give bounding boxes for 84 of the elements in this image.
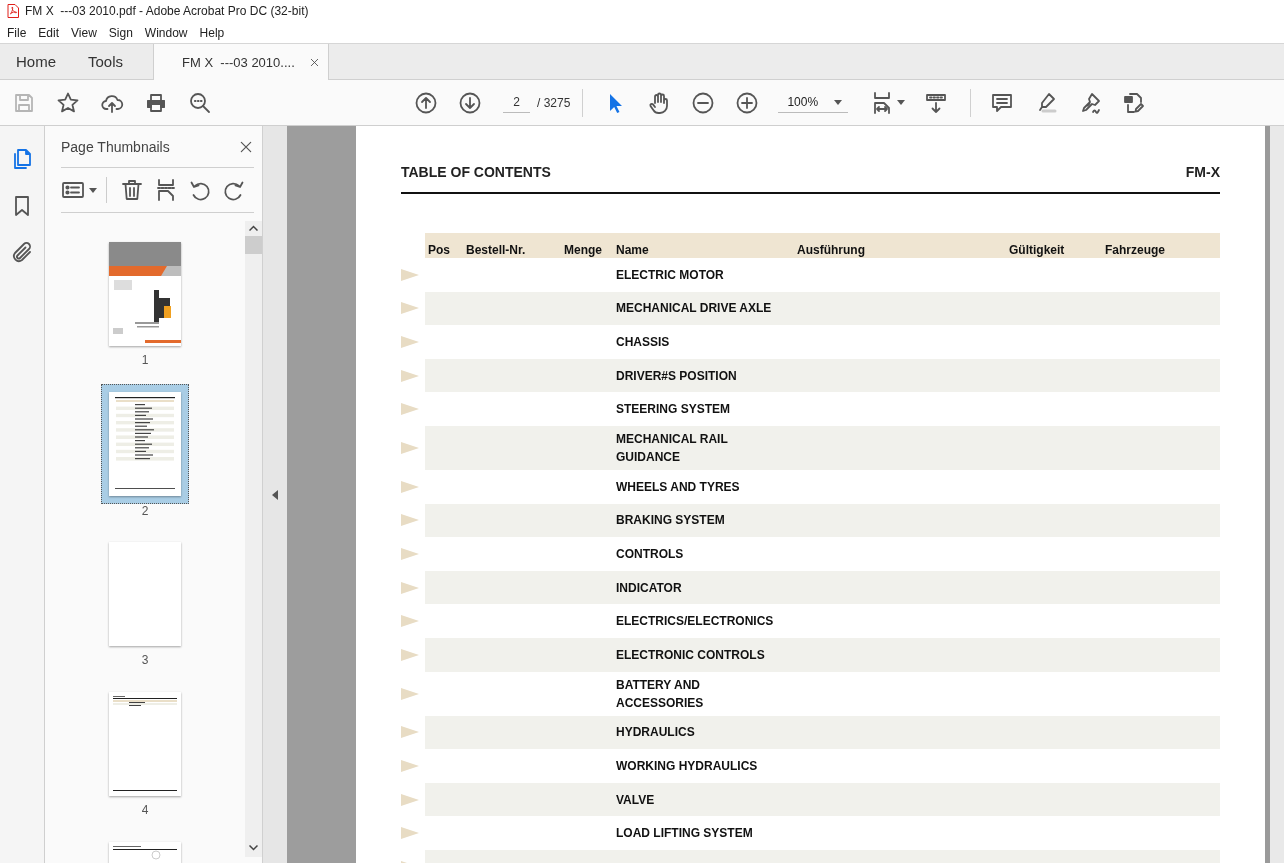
caret-icon[interactable] [89, 187, 97, 193]
collapse-icon[interactable] [272, 489, 278, 500]
table-cell-text: ELECTRIC MOTOR [615, 266, 725, 284]
column-header: Name [615, 243, 650, 258]
scroll-up-icon[interactable] [249, 225, 258, 231]
triangle-icon [401, 369, 419, 382]
menu-item[interactable]: Edit [32, 23, 66, 42]
page-number: 1 [141, 353, 149, 367]
magnifier-icon[interactable] [188, 90, 212, 115]
table-cell-text: HYDRAULICS [615, 724, 696, 742]
triangle-icon [401, 581, 419, 594]
menu-item[interactable]: File [1, 23, 33, 42]
triangle-icon [401, 648, 419, 661]
triangle-icon [401, 793, 419, 806]
page-thumbnail[interactable] [109, 542, 181, 646]
table-cell-text: MECHANICAL DRIVE AXLE [615, 300, 773, 318]
column-header: Menge [563, 243, 603, 258]
table-cell-text: INDICATOR [615, 579, 683, 597]
page-number-field[interactable]: 2 [503, 92, 530, 113]
pdf-app-icon [7, 4, 19, 18]
page-number: 4 [141, 803, 149, 817]
page-heading: TABLE OF CONTENTS [401, 164, 551, 180]
table-cell-text: CHASSIS [615, 334, 671, 351]
triangle-icon [401, 726, 419, 739]
edit-document-icon[interactable] [1122, 90, 1147, 115]
close-icon[interactable] [308, 56, 320, 68]
zoom-in-icon[interactable] [735, 90, 760, 115]
triangle-icon [401, 615, 419, 628]
zoom-field[interactable]: 100% [778, 92, 849, 113]
table-cell-text: CONTROLS [615, 545, 685, 563]
table-cell-text: DRIVER#S POSITION [615, 367, 738, 385]
column-header: Gültigkeit [1008, 243, 1066, 258]
panel-title: Page Thumbnails [61, 138, 170, 155]
menu-item[interactable]: Help [193, 23, 231, 42]
triangle-icon [401, 759, 419, 772]
triangle-icon [401, 480, 419, 493]
table-cell-text: BRAKING SYSTEM [615, 512, 726, 530]
document-tab[interactable]: FM X ---03 2010.... [153, 44, 329, 80]
triangle-icon [401, 302, 419, 315]
triangle-icon [401, 547, 419, 560]
scrollbar[interactable] [1265, 126, 1284, 863]
insert-pages-icon[interactable] [154, 178, 178, 202]
menu-item[interactable]: View [65, 23, 103, 42]
scroll-down-icon[interactable] [249, 845, 258, 851]
nav-tab[interactable]: Home [0, 44, 72, 79]
table-cell-text: MECHANICAL RAIL GUIDANCE [615, 430, 729, 466]
page-number: 2 [141, 504, 149, 518]
triangle-icon [401, 403, 419, 416]
table-cell-text: BATTERY AND ACCESSORIES [615, 676, 705, 712]
page-number: 3 [141, 653, 149, 667]
page-thumbnail[interactable] [109, 392, 181, 496]
triangle-icon [401, 514, 419, 527]
triangle-icon [401, 441, 419, 454]
table-cell-text: STEERING SYSTEM [615, 401, 732, 419]
column-header: Pos [427, 243, 451, 258]
column-header: Fahrzeuge [1104, 243, 1166, 258]
caret-icon[interactable] [897, 100, 906, 105]
page-thumbnail[interactable] [109, 242, 181, 346]
page-count: / 3275 [537, 95, 571, 110]
trash-icon[interactable] [120, 178, 144, 202]
scrollbar-thumb[interactable] [245, 236, 262, 254]
scrollbar[interactable] [245, 221, 262, 857]
zoom-out-icon[interactable] [691, 90, 716, 115]
triangle-icon [401, 827, 419, 840]
table-cell-text: WORKING HYDRAULICS [615, 757, 759, 775]
column-header: Bestell-Nr. [465, 243, 527, 258]
triangle-icon [401, 336, 419, 348]
star-icon[interactable] [56, 90, 80, 115]
page-thumbnail[interactable] [109, 692, 181, 796]
caret-icon[interactable] [834, 99, 843, 105]
table-cell-text: ELECTRONIC CONTROLS [615, 646, 766, 664]
nav-tab[interactable]: Tools [72, 44, 140, 79]
table-cell-text: WHEELS AND TYRES [615, 478, 741, 496]
window-title: FM X ---03 2010.pdf - Adobe Acrobat Pro DC (32-bit) [25, 4, 309, 18]
paperclip-icon[interactable] [10, 241, 34, 265]
triangle-icon [401, 687, 419, 700]
menu-item[interactable]: Sign [102, 23, 139, 42]
column-header: Ausführung [796, 243, 866, 258]
menu-item[interactable]: Window [138, 23, 194, 42]
table-cell-text: LOAD LIFTING SYSTEM [615, 825, 754, 843]
model-name: FM-X [1185, 164, 1220, 180]
triangle-icon [401, 268, 419, 281]
table-cell-text: VALVE [615, 791, 656, 809]
table-cell-text: ELECTRICS/ELECTRONICS [615, 613, 775, 631]
